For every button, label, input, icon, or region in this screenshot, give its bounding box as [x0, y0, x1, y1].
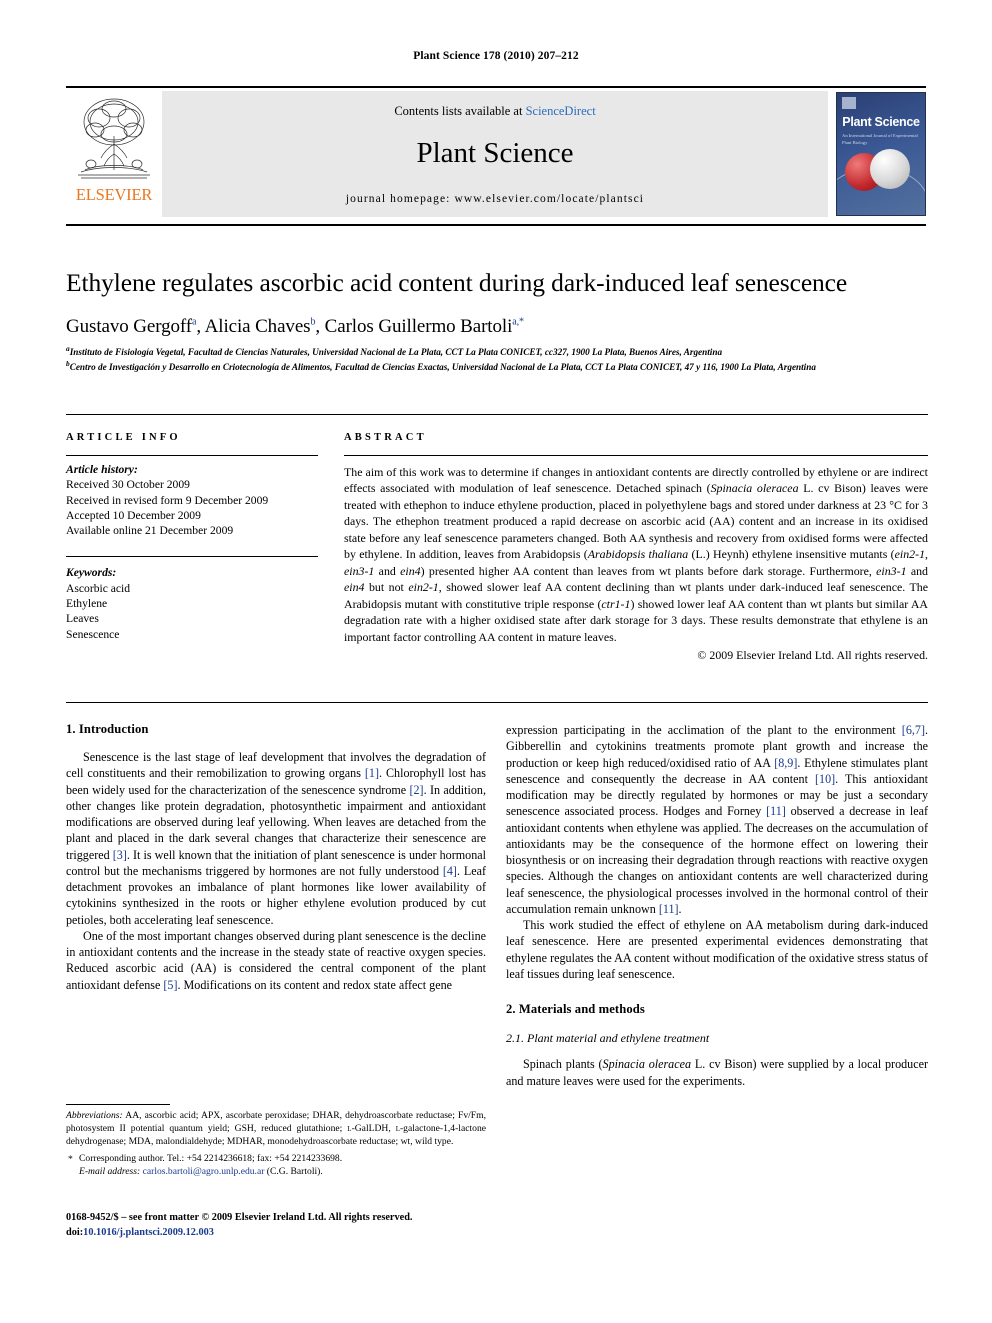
- imprint-block: 0168-9452/$ – see front matter © 2009 El…: [66, 1211, 496, 1241]
- keyword-item: Senescence: [66, 627, 120, 641]
- corresponding-author-note: * Corresponding author. Tel.: +54 2214236…: [66, 1152, 486, 1165]
- divider-above-abstract: [66, 414, 928, 415]
- abstract-rule: [344, 455, 928, 456]
- email-note: E-mail address: carlos.bartoli@agro.unlp…: [66, 1166, 486, 1177]
- history-item: Received 30 October 2009: [66, 478, 190, 492]
- abstract-heading: ABSTRACT: [344, 432, 427, 443]
- affiliation-list: aInstituto de Fisiología Vegetal, Facult…: [66, 344, 928, 374]
- keywords-block: Keywords: Ascorbic acid Ethylene Leaves …: [66, 556, 318, 641]
- abstract-column: ABSTRACT The aim of this work was to det…: [344, 432, 928, 663]
- doi-label: doi:: [66, 1226, 84, 1238]
- introduction-paragraph-2-part: One of the most important changes observ…: [66, 928, 486, 992]
- article-info-heading: ARTICLE INFO: [66, 432, 181, 443]
- cover-journal-subtitle: An International Journal of Experimental…: [842, 133, 918, 145]
- author-list: Gustavo Gergoffa, Alicia Chavesb, Carlos…: [66, 316, 524, 337]
- introduction-paragraph-3: This work studied the effect of ethylene…: [506, 918, 928, 981]
- article-info-rule: [66, 455, 318, 456]
- journal-homepage-link[interactable]: journal homepage: www.elsevier.com/locat…: [162, 193, 828, 205]
- email-label: E-mail address:: [79, 1165, 141, 1177]
- running-head: Plant Science 178 (2010) 207–212: [413, 50, 579, 62]
- affiliation-a-text: Instituto de Fisiología Vegetal, Faculta…: [69, 347, 723, 358]
- keyword-item: Leaves: [66, 612, 99, 626]
- abbreviations-label: Abbreviations:: [66, 1110, 123, 1121]
- abstract-text: The aim of this work was to determine if…: [344, 465, 929, 644]
- history-item: Available online 21 December 2009: [66, 524, 234, 538]
- contents-prefix: Contents lists available at: [394, 104, 526, 118]
- footnote-block: Abbreviations: AA, ascorbic acid; APX, a…: [66, 1104, 486, 1177]
- abstract-copyright: © 2009 Elsevier Ireland Ltd. All rights …: [697, 648, 928, 663]
- elsevier-wordmark: ELSEVIER: [75, 185, 153, 204]
- masthead-center-panel: Contents lists available at ScienceDirec…: [162, 91, 828, 217]
- author-1: Gustavo Gergoffa: [66, 316, 197, 337]
- affiliation-b-text: Centro de Investigación y Desarrollo en …: [69, 361, 816, 372]
- divider-below-abstract: [66, 702, 928, 703]
- footnote-rule: [66, 1104, 170, 1105]
- affiliation-a: aInstituto de Fisiología Vegetal, Facult…: [66, 344, 928, 359]
- imprint-doi-line: doi:10.1016/j.plantsci.2009.12.003: [66, 1226, 496, 1241]
- body-column-right: expression participating in the acclimat…: [506, 722, 928, 1089]
- author-2-affiliation-mark: b: [310, 316, 316, 328]
- abbreviations-text: AA, ascorbic acid; APX, ascorbate peroxi…: [66, 1110, 486, 1148]
- author-3: Carlos Guillermo Bartolia,*: [324, 316, 524, 337]
- cover-white-sphere-icon: [870, 149, 910, 189]
- materials-paragraph-1: Spinach plants (Spinacia oleracea L. cv …: [506, 1057, 928, 1088]
- paper-page: Plant Science 178 (2010) 207–212 ELSEVIE…: [0, 0, 992, 1323]
- email-address-link[interactable]: carlos.bartoli@agro.unlp.edu.ar: [143, 1166, 265, 1177]
- cover-journal-title: Plant Science: [842, 115, 920, 129]
- materials-subheading: 2.1. Plant material and ethylene treatme…: [506, 1031, 710, 1046]
- doi-link[interactable]: 10.1016/j.plantsci.2009.12.003: [83, 1227, 214, 1238]
- corresponding-author-text: Corresponding author. Tel.: +54 22142366…: [79, 1153, 343, 1165]
- introduction-paragraph-2-continued: expression participating in the acclimat…: [506, 723, 929, 916]
- materials-heading: 2. Materials and methods: [506, 1002, 645, 1017]
- imprint-issn-line: 0168-9452/$ – see front matter © 2009 El…: [66, 1212, 413, 1223]
- article-info-column: ARTICLE INFO Article history: Received 3…: [66, 432, 318, 642]
- author-2: Alicia Chavesb: [204, 316, 316, 337]
- author-1-affiliation-mark: a: [192, 316, 197, 328]
- elsevier-logo: ELSEVIER: [66, 88, 162, 220]
- abbreviations-note: Abbreviations: AA, ascorbic acid; APX, a…: [66, 1109, 486, 1148]
- history-item: Received in revised form 9 December 2009: [66, 493, 269, 507]
- article-history-block: Article history: Received 30 October 200…: [66, 462, 318, 538]
- author-3-affiliation-mark: a,*: [512, 316, 524, 328]
- keywords-label: Keywords:: [66, 566, 117, 580]
- article-history-label: Article history:: [66, 463, 138, 476]
- affiliation-b: bCentro de Investigación y Desarrollo en…: [66, 359, 928, 374]
- history-item: Accepted 10 December 2009: [66, 508, 201, 522]
- asterisk-icon: *: [68, 1154, 73, 1166]
- body-column-left: 1. Introduction Senescence is the last s…: [66, 722, 486, 993]
- contents-available-line: Contents lists available at ScienceDirec…: [162, 104, 828, 119]
- introduction-paragraph-1: Senescence is the last stage of leaf dev…: [66, 750, 486, 927]
- journal-title: Plant Science: [416, 137, 574, 169]
- cover-elsevier-mark-icon: [842, 97, 856, 109]
- elsevier-tree-icon: [78, 98, 150, 179]
- journal-masthead: ELSEVIER Contents lists available at Sci…: [66, 86, 926, 226]
- sciencedirect-link[interactable]: ScienceDirect: [526, 104, 596, 118]
- journal-cover-thumbnail: Plant Science An International Journal o…: [836, 92, 926, 216]
- email-suffix: (C.G. Bartoli).: [264, 1165, 323, 1177]
- page-title: Ethylene regulates ascorbic acid content…: [66, 268, 848, 297]
- introduction-heading: 1. Introduction: [66, 722, 149, 736]
- keyword-item: Ethylene: [66, 597, 108, 611]
- keyword-item: Ascorbic acid: [66, 581, 131, 595]
